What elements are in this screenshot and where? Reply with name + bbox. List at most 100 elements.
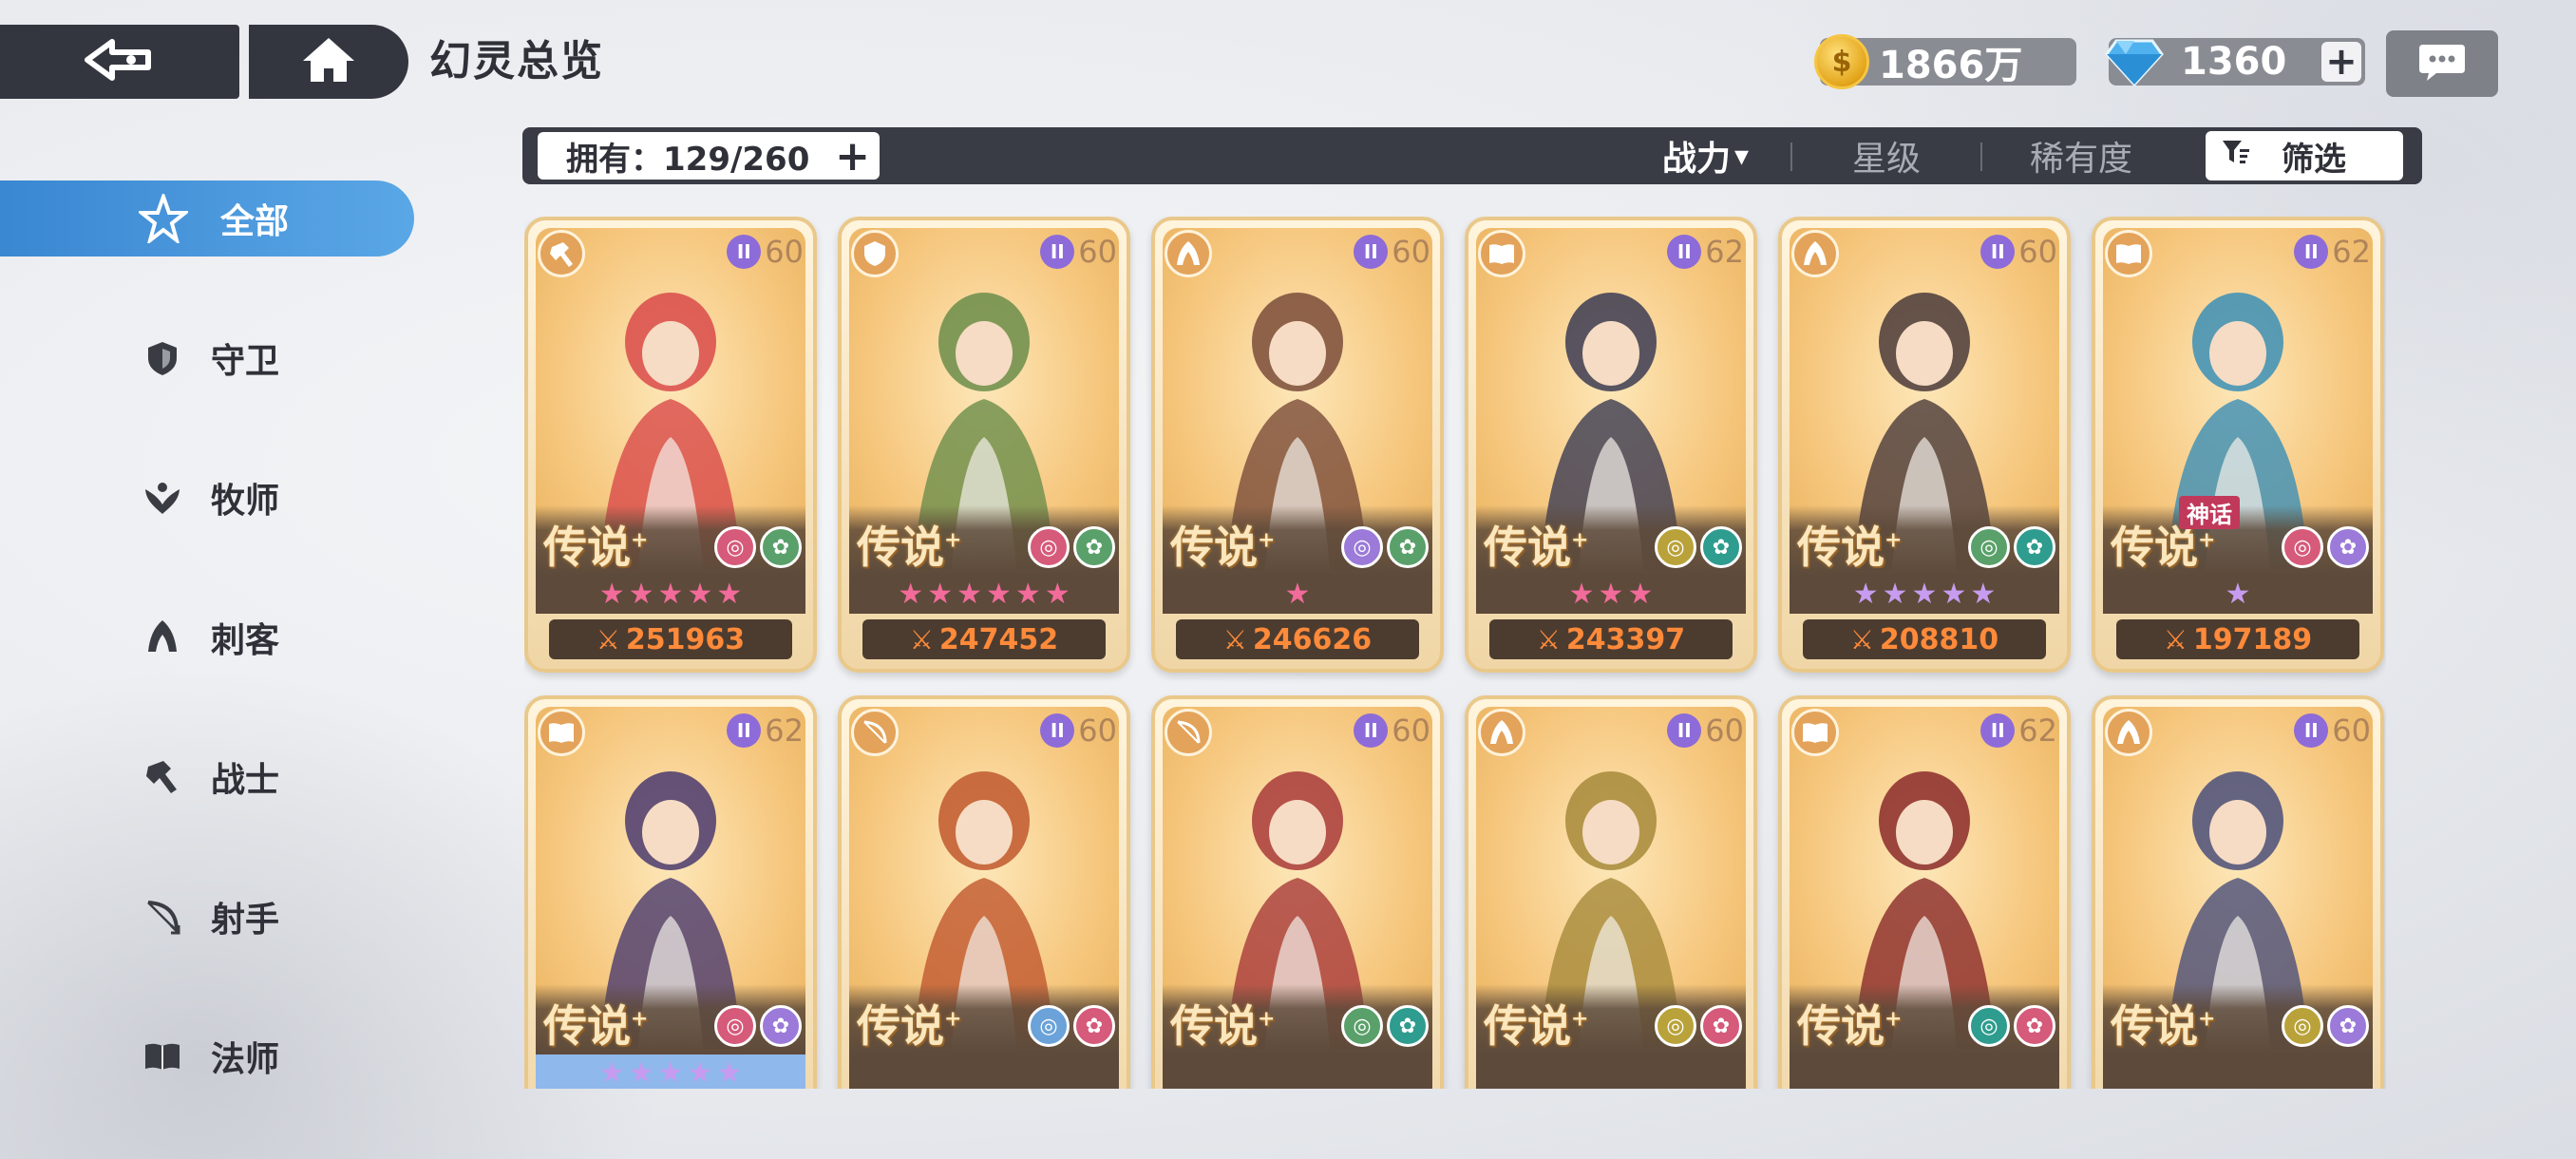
power-value: 208810 [1879, 622, 1999, 656]
star-icon: ★ [2225, 578, 2251, 611]
tier-badge: II [1040, 235, 1075, 269]
element-icon: ◎ [1968, 526, 2010, 568]
archer-icon [1165, 709, 1212, 756]
spirit-card[interactable]: II 60 传说+ ◎ ✿ [1465, 695, 1757, 1089]
element-icon: ◎ [1341, 1005, 1383, 1047]
star-rating: ★ ★ ★ [1476, 576, 1746, 614]
rarity-label: 传说+ [543, 1000, 649, 1052]
star-icon: ★ [1941, 578, 1967, 611]
owned-count-box[interactable]: 拥有：129/260 + [538, 132, 880, 180]
back-arrow-icon [82, 36, 158, 87]
sort-power-label: 战力 [1662, 140, 1732, 179]
sort-by-rarity[interactable]: 稀有度 [2030, 133, 2132, 179]
tier-badge: II [1040, 713, 1075, 748]
rarity-label: 传说+ [1797, 1000, 1903, 1052]
top-bar [0, 25, 408, 99]
spirit-card[interactable]: II 62 传说+ ◎ ✿ ★ ★ ★ ⚔ 243397 [1465, 217, 1757, 673]
rarity-label: 传说+ [543, 522, 649, 573]
back-button[interactable] [0, 25, 239, 99]
level-indicator: II 60 [727, 234, 804, 270]
star-icon: ★ [1852, 578, 1879, 611]
sidebar-item-all[interactable]: 全部 [0, 180, 414, 256]
star-icon: ★ [716, 578, 743, 611]
level-value: 62 [2332, 234, 2371, 270]
star-icon: ★ [657, 578, 684, 611]
priest-icon [142, 478, 182, 518]
level-value: 60 [765, 234, 804, 270]
power-rating: ⚔ 251963 [549, 619, 792, 659]
spirit-card[interactable]: II 60 传说+ ◎ ✿ ★ ★ ★ ★ ★ ★ ⚔ 247452 [838, 217, 1130, 673]
sidebar-item-label: 刺客 [211, 621, 280, 660]
element-icon: ✿ [1073, 526, 1115, 568]
star-icon: ★ [657, 1056, 684, 1089]
spirit-card[interactable]: II 60 传说+ ◎ ✿ [838, 695, 1130, 1089]
star-icon: ★ [598, 1056, 625, 1089]
filter-bar: 拥有：129/260 + 战力 ▾ 星级 稀有度 筛选 [522, 127, 2422, 184]
element-icon: ✿ [760, 526, 802, 568]
filter-button[interactable]: 筛选 [2206, 131, 2403, 180]
spirit-card[interactable]: II 60 传说+ ◎ ✿ [1151, 695, 1444, 1089]
star-icon: ★ [687, 578, 713, 611]
element-icon: ◎ [714, 526, 756, 568]
sidebar-item-mage[interactable]: 法师 [0, 1018, 418, 1094]
chat-button[interactable] [2386, 30, 2498, 97]
sidebar-item-priest[interactable]: 牧师 [0, 460, 418, 536]
element-icon: ◎ [1968, 1005, 2010, 1047]
crossed-swords-icon: ⚔ [1849, 623, 1874, 656]
level-value: 60 [1078, 234, 1117, 270]
filter-label: 筛选 [2282, 140, 2346, 179]
spirit-card[interactable]: II 60 传说+ ◎ ✿ ★ ★ ★ ★ ★ ⚔ 251963 [524, 217, 817, 673]
class-sidebar: 全部 守卫 牧师 刺客 战士 射手 法师 [0, 180, 418, 1158]
star-icon: ★ [628, 1056, 654, 1089]
crossed-swords-icon: ⚔ [1222, 623, 1247, 656]
element-icon: ✿ [760, 1005, 802, 1047]
spirit-card[interactable]: II 62 传说+ ◎ ✿ [1778, 695, 2071, 1089]
level-indicator: II 62 [1667, 234, 1744, 270]
sidebar-item-archer[interactable]: 射手 [0, 879, 418, 955]
level-indicator: II 62 [2294, 234, 2371, 270]
tier-badge: II [1980, 713, 2016, 748]
assassin-icon [2105, 709, 2152, 756]
star-rating [849, 1054, 1119, 1089]
star-icon: ★ [1044, 578, 1070, 611]
rarity-label: 传说+ [1170, 522, 1276, 573]
star-rating [1476, 1054, 1746, 1089]
tier-badge: II [1667, 713, 1702, 748]
power-rating: ⚔ 208810 [1803, 619, 2046, 659]
element-icon: ◎ [2282, 526, 2323, 568]
level-value: 60 [2018, 234, 2057, 270]
gem-icon [2105, 37, 2164, 87]
element-icon: ◎ [1341, 526, 1383, 568]
sidebar-item-assassin[interactable]: 刺客 [0, 599, 418, 675]
level-indicator: II 60 [1354, 234, 1430, 270]
add-gems-button[interactable]: + [2321, 42, 2361, 82]
assassin-icon [1478, 709, 1525, 756]
chat-bubble-icon [2417, 41, 2467, 86]
sort-by-power[interactable]: 战力 ▾ [1662, 133, 1749, 180]
crossed-swords-icon: ⚔ [909, 623, 934, 656]
element-icon: ✿ [1073, 1005, 1115, 1047]
expand-plus-icon[interactable]: + [835, 132, 870, 180]
home-button[interactable] [249, 25, 408, 99]
element-icon: ◎ [1655, 526, 1696, 568]
rarity-label: 传说+ [857, 1000, 962, 1052]
element-icon: ✿ [1387, 1005, 1429, 1047]
sort-by-star[interactable]: 星级 [1852, 133, 1921, 179]
all-icon [139, 194, 188, 243]
level-indicator: II 62 [1980, 712, 2057, 749]
sidebar-item-guard[interactable]: 守卫 [0, 320, 418, 396]
mage-book-icon [538, 709, 585, 756]
spirit-card[interactable]: II 60 传说+ ◎ ✿ [2092, 695, 2384, 1089]
power-value: 197189 [2192, 622, 2313, 656]
spirit-card[interactable]: II 60 传说+ ◎ ✿ ★ ★ ★ ★ ★ ⚔ 208810 [1778, 217, 2071, 673]
spirit-card[interactable]: II 62 传说+ ◎ ✿ ★ ★ ★ ★ ★ [524, 695, 817, 1089]
sidebar-item-warrior[interactable]: 战士 [0, 739, 418, 815]
star-icon: ★ [716, 1056, 743, 1089]
spirit-card[interactable]: II 62 传说+ 神话 ◎ ✿ ★ ⚔ 197189 [2092, 217, 2384, 673]
star-icon: ★ [628, 578, 654, 611]
star-icon: ★ [1970, 578, 1997, 611]
spirit-card[interactable]: II 60 传说+ ◎ ✿ ★ ⚔ 246626 [1151, 217, 1444, 673]
card-grid: II 60 传说+ ◎ ✿ ★ ★ ★ ★ ★ ⚔ 251963 II 60 传说+ ◎ [524, 217, 2386, 1089]
star-icon: ★ [986, 578, 1012, 611]
archer-icon [851, 709, 899, 756]
